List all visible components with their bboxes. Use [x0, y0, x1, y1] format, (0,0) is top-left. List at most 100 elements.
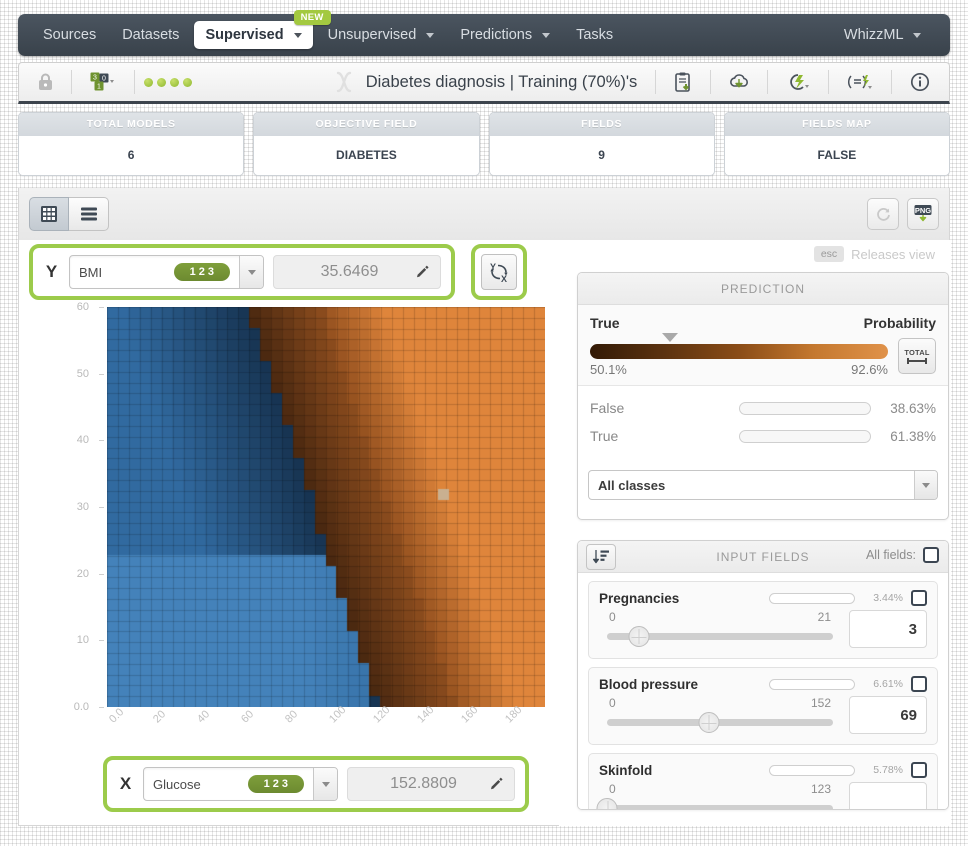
swap-axes-button[interactable]: Y X — [471, 244, 527, 300]
total-button-label: TOTAL — [904, 347, 930, 357]
x-tick-label: 180 — [503, 704, 525, 726]
releases-view-label: Releases view — [851, 246, 935, 262]
export-png-button[interactable]: PNG — [907, 198, 939, 230]
class-filter-select[interactable]: All classes — [588, 470, 938, 500]
y-field-dropdown-button[interactable] — [239, 256, 263, 288]
y-tick-mark — [99, 640, 104, 642]
esc-key-badge[interactable]: esc — [813, 246, 845, 262]
nav-label: Unsupervised — [327, 27, 417, 43]
pencil-icon[interactable] — [415, 265, 430, 280]
x-tick-label: 160 — [459, 704, 481, 726]
field-checkbox[interactable] — [911, 762, 927, 778]
input-fields-list[interactable]: Pregnancies 3.44% 0 21 3 Blood pressure … — [578, 573, 948, 809]
sort-button[interactable] — [586, 544, 616, 570]
field-importance-percent: 3.44% — [873, 592, 903, 604]
y-field-select[interactable]: BMI 123 — [69, 255, 264, 289]
x-field-select[interactable]: Glucose 123 — [143, 767, 338, 801]
y-field-type-badge: 123 — [173, 263, 230, 281]
batch-prediction-icon[interactable] — [777, 72, 819, 92]
x-axis-label: X — [119, 774, 132, 793]
stat-value: FALSE — [724, 136, 949, 175]
stat-value: 6 — [19, 136, 244, 175]
nav-label: Supervised — [205, 27, 284, 43]
field-slider[interactable] — [607, 712, 833, 733]
nav-item-datasets[interactable]: Datasets — [111, 21, 190, 49]
field-checkbox[interactable] — [911, 590, 927, 606]
field-slider[interactable] — [596, 798, 833, 809]
heatmap-plot-area[interactable] — [107, 307, 545, 707]
y-value-box[interactable]: 35.6469 — [273, 255, 441, 289]
equation-icon[interactable] — [838, 72, 882, 92]
probability-label: Probability — [863, 315, 936, 331]
class-percent: 38.63% — [890, 400, 936, 416]
divider — [891, 70, 892, 94]
stat-fields-map: FIELDS MAP FALSE — [723, 112, 950, 176]
class-name: False — [590, 400, 625, 416]
model-glyph-icon — [336, 71, 351, 93]
y-tick-mark — [99, 707, 104, 708]
heatmap-chart: 0.0 10 20 30 40 50 60 0.0 20 40 60 80 100 120 140 160 1… — [29, 301, 549, 752]
svg-text:1: 1 — [97, 84, 101, 91]
field-importance-bar — [769, 592, 855, 604]
lock-icon[interactable] — [29, 73, 62, 91]
field-slider[interactable] — [607, 626, 833, 647]
heatmap-canvas[interactable] — [107, 307, 545, 707]
main-content: Y BMI 123 35.6469 Y X 0.0 10 20 30 40 50… — [18, 240, 951, 826]
class-row: True 61.38% — [590, 428, 936, 444]
info-icon[interactable] — [901, 72, 939, 92]
nav-item-sources[interactable]: Sources — [32, 21, 107, 49]
pencil-icon[interactable] — [489, 777, 504, 792]
slider-handle[interactable] — [698, 712, 720, 733]
y-tick-mark — [99, 373, 104, 375]
nav-item-tasks[interactable]: Tasks — [565, 21, 624, 49]
class-bar — [739, 429, 871, 443]
status-dot — [170, 77, 179, 87]
field-checkbox[interactable] — [911, 676, 927, 692]
svg-text:PNG: PNG — [915, 206, 931, 215]
stat-total-models: TOTAL MODELS 6 — [18, 112, 245, 176]
slider-handle[interactable] — [628, 626, 650, 647]
x-value-box[interactable]: 152.8809 — [347, 767, 515, 801]
refresh-button[interactable] — [867, 198, 899, 230]
field-value-input[interactable]: 69 — [849, 696, 927, 734]
all-fields-checkbox[interactable] — [923, 547, 939, 563]
y-tick-label: 10 — [76, 634, 89, 647]
swap-axes-icon: Y X — [481, 254, 517, 290]
list-view-button[interactable] — [69, 197, 109, 231]
nav-item-predictions[interactable]: Predictions — [449, 21, 561, 49]
nav-item-unsupervised[interactable]: Unsupervised — [317, 21, 446, 49]
probability-gradient-bar — [590, 344, 888, 359]
grid-icon — [41, 206, 57, 222]
x-tick-label: 40 — [195, 708, 213, 726]
header-actions — [646, 70, 939, 94]
probability-gauge: 50.1% 92.6% — [590, 333, 888, 377]
class-filter-dropdown-button[interactable] — [914, 471, 937, 499]
x-field-dropdown-button[interactable] — [313, 768, 337, 800]
summary-stats: TOTAL MODELS 6 OBJECTIVE FIELD DIABETES … — [18, 112, 950, 176]
status-dot — [183, 77, 192, 87]
stat-objective-field: OBJECTIVE FIELD DIABETES — [253, 112, 480, 176]
slider-handle[interactable] — [596, 798, 618, 809]
cloud-download-icon[interactable] — [720, 72, 758, 92]
probability-min: 50.1% — [590, 362, 627, 377]
stat-label: OBJECTIVE FIELD — [254, 113, 479, 136]
clipboard-download-icon[interactable] — [665, 72, 701, 92]
field-value-input[interactable] — [849, 782, 927, 809]
chevron-down-icon — [913, 32, 921, 38]
class-percent: 61.38% — [890, 428, 936, 444]
svg-text:3: 3 — [93, 75, 97, 82]
nav-item-whizzml[interactable]: WhizzML — [833, 21, 932, 49]
field-value-input[interactable]: 3 — [849, 610, 927, 648]
y-tick-mark — [99, 573, 104, 575]
total-toggle-button[interactable]: TOTAL — [898, 338, 936, 374]
grid-view-button[interactable] — [29, 197, 69, 231]
model-count-icon[interactable]: 3 0 1 — [81, 72, 125, 92]
field-min: 0 — [609, 782, 616, 796]
nav-item-supervised[interactable]: Supervised NEW — [194, 10, 331, 49]
y-tick-label: 50 — [76, 367, 89, 380]
class-bar — [739, 401, 871, 415]
y-tick-mark — [99, 507, 104, 508]
side-panel: esc Releases view PREDICTION True Probab… — [559, 240, 951, 826]
field-name: Blood pressure — [599, 676, 699, 692]
input-fields-card: INPUT FIELDS All fields: Pregnancies 3.4… — [577, 540, 949, 810]
